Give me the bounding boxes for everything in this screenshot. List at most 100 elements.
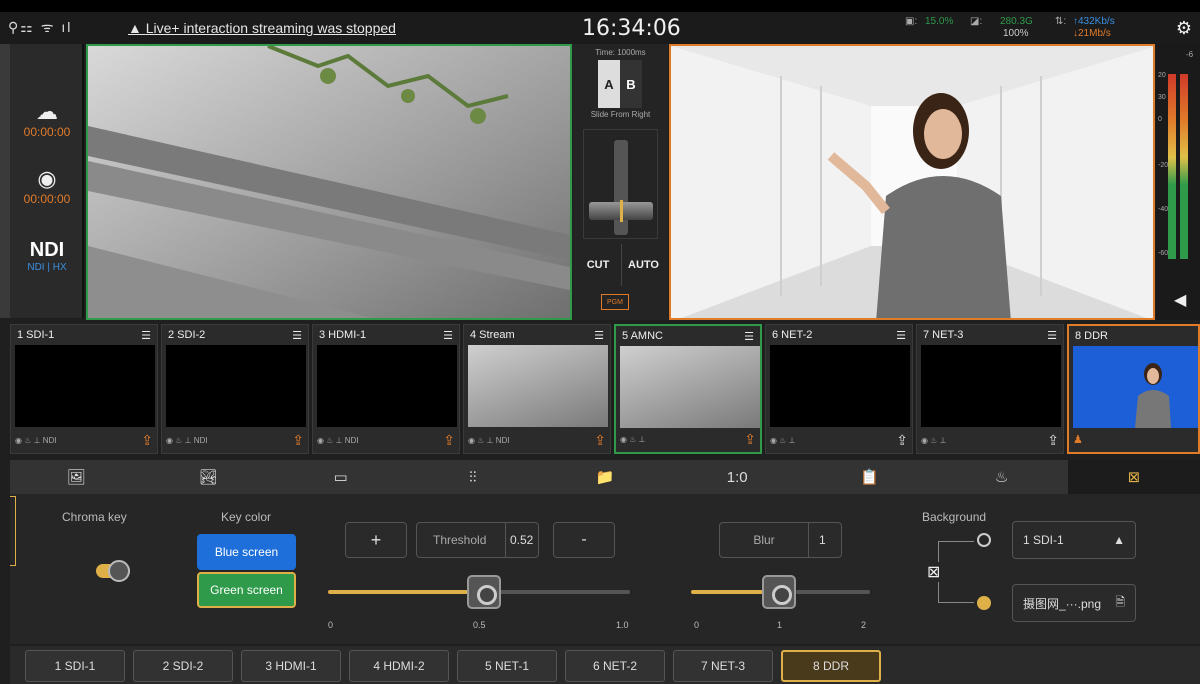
source-tile-1[interactable]: 1 SDI-1 ☰ ◉ ♨ ⊥ NDI ⇪: [10, 324, 158, 454]
chroma-toggle[interactable]: [96, 560, 130, 582]
gear-icon[interactable]: ⚙: [1176, 18, 1192, 39]
menu-icon[interactable]: ☰: [594, 329, 604, 342]
menu-icon[interactable]: ☰: [896, 329, 906, 342]
source-tile-8[interactable]: 8 DDR ♟: [1067, 324, 1200, 454]
preview-monitor[interactable]: [86, 44, 572, 320]
tab-image-icon[interactable]: 🖼: [10, 460, 142, 494]
source-flags: ◉ ♨ ⊥ NDI: [317, 435, 359, 445]
bg-source-button-2[interactable]: 2 SDI-2: [133, 650, 233, 682]
ndi-status[interactable]: NDI NDI | HX: [10, 239, 84, 273]
source-tile-7[interactable]: 7 NET-3 ☰ ◉ ♨ ⊥ ⇪: [916, 324, 1064, 454]
transition-effect-icon[interactable]: A B: [598, 60, 642, 108]
tab-folder-icon[interactable]: 📁: [539, 460, 671, 494]
record-time: 00:00:00: [23, 192, 71, 206]
upload-icon[interactable]: ⇪: [744, 431, 756, 448]
meter-tick: 20: [1158, 72, 1166, 79]
bg-source-select[interactable]: 1 SDI-1 ▲: [1012, 521, 1136, 559]
signal-icons: ⚲⚏ ᯤ ıl: [8, 19, 73, 35]
auto-button[interactable]: AUTO: [621, 244, 665, 286]
tab-ptz-icon[interactable]: ♨: [936, 460, 1068, 494]
bg-source-value: 1 SDI-1: [1023, 533, 1064, 547]
tab-mixer-icon[interactable]: ⫶⫶: [407, 460, 539, 494]
bg-file-radio[interactable]: [977, 596, 991, 610]
tab-notes-icon[interactable]: 📋: [803, 460, 935, 494]
bg-file-name: 摄图网_···.png: [1023, 596, 1102, 611]
source-thumb: [15, 345, 155, 427]
cpu-icon: ▣:: [905, 16, 918, 27]
bg-source-radio[interactable]: [977, 533, 991, 547]
threshold-value: 0.52: [505, 523, 533, 557]
streaming-notice[interactable]: ▲ Live+ interaction streaming was stoppe…: [128, 20, 396, 36]
blur-tick: 0: [694, 620, 700, 630]
threshold-field[interactable]: Threshold 0.52: [416, 522, 539, 558]
bg-source-button-8[interactable]: 8 DDR: [781, 650, 881, 682]
blue-screen-button[interactable]: Blue screen: [197, 534, 296, 570]
threshold-tick: 0.5: [473, 620, 486, 630]
pgm-indicator[interactable]: PGM: [601, 294, 629, 310]
tab-pip-icon[interactable]: ▭: [274, 460, 406, 494]
transition-effect-name: Slide From Right: [590, 110, 651, 119]
source-tile-6[interactable]: 6 NET-2 ☰ ◉ ♨ ⊥ ⇪: [765, 324, 913, 454]
network-icon: ⇅:: [1055, 16, 1067, 27]
source-label: 1 SDI-1: [17, 329, 55, 341]
bg-source-button-3[interactable]: 3 HDMI-1: [241, 650, 341, 682]
program-monitor[interactable]: [669, 44, 1155, 320]
threshold-plus-button[interactable]: +: [345, 522, 407, 558]
source-thumb: [770, 345, 910, 427]
bg-source-button-5[interactable]: 5 NET-1: [457, 650, 557, 682]
tab-chroma-icon[interactable]: ⊠: [1067, 460, 1200, 494]
bg-source-button-4[interactable]: 4 HDMI-2: [349, 650, 449, 682]
bg-file-select[interactable]: 摄图网_···.png 🗎: [1012, 584, 1136, 622]
t-bar[interactable]: [583, 129, 658, 239]
source-thumb: [620, 346, 760, 428]
t-bar-line: [620, 200, 623, 222]
menu-icon[interactable]: ☰: [1047, 329, 1057, 342]
source-tile-3[interactable]: 3 HDMI-1 ☰ ◉ ♨ ⊥ NDI ⇪: [312, 324, 460, 454]
disk-total: 280.3G: [1000, 16, 1033, 27]
upload-icon[interactable]: ⇪: [896, 432, 908, 449]
record-status[interactable]: ◉ 00:00:00: [10, 166, 84, 206]
upload-icon[interactable]: ⇪: [141, 432, 153, 449]
source-button-row: 1 SDI-1 2 SDI-2 3 HDMI-1 4 HDMI-2 5 NET-…: [10, 646, 1200, 684]
source-tile-2[interactable]: 2 SDI-2 ☰ ◉ ♨ ⊥ NDI ⇪: [161, 324, 309, 454]
threshold-tick: 0: [328, 620, 334, 630]
menu-icon[interactable]: ☰: [443, 329, 453, 342]
threshold-minus-button[interactable]: -: [553, 522, 615, 558]
ndi-logo: NDI: [29, 239, 65, 261]
menu-icon[interactable]: ☰: [292, 329, 302, 342]
menu-icon[interactable]: ☰: [141, 329, 151, 342]
meter-tick: 0: [1158, 116, 1162, 123]
bg-source-button-7[interactable]: 7 NET-3: [673, 650, 773, 682]
upload-icon[interactable]: ⇪: [1047, 432, 1059, 449]
blur-slider-handle[interactable]: [762, 575, 796, 609]
blur-field[interactable]: Blur 1: [719, 522, 842, 558]
speaker-icon[interactable]: ◀: [1174, 290, 1186, 310]
upload-icon[interactable]: ⇪: [443, 432, 455, 449]
threshold-slider-handle[interactable]: [467, 575, 501, 609]
source-tile-5[interactable]: 5 AMNC ☰ ◉ ♨ ⊥ ⇪: [614, 324, 762, 454]
tab-picture-icon[interactable]: 🏞: [142, 460, 274, 494]
upload-icon[interactable]: ⇪: [292, 432, 304, 449]
upload-icon[interactable]: ⇪: [594, 432, 606, 449]
ddr-thumb-image: [1135, 363, 1171, 428]
green-screen-button[interactable]: Green screen: [197, 572, 296, 608]
meter-tick: 30: [1158, 94, 1166, 101]
menu-icon[interactable]: ☰: [744, 330, 754, 343]
clock: 16:34:06: [582, 16, 681, 41]
source-flags: ◉ ♨ ⊥: [620, 434, 646, 444]
function-tabs: 🖼 🏞 ▭ ⫶⫶ 📁 1:0 📋 ♨ ⊠: [10, 460, 1200, 494]
file-browse-icon[interactable]: 🗎: [1115, 593, 1125, 614]
stream-status[interactable]: ☁ 00:00:00: [10, 99, 84, 139]
source-tile-4[interactable]: 4 Stream ☰ ◉ ♨ ⊥ NDI ⇪: [463, 324, 611, 454]
source-thumb: [921, 345, 1061, 427]
chroma-key-panel: Chroma key Key color Blue screen Green s…: [10, 494, 1200, 644]
tab-scoreboard-icon[interactable]: 1:0: [671, 460, 803, 494]
toggle-knob: [108, 560, 130, 582]
bg-source-button-1[interactable]: 1 SDI-1: [25, 650, 125, 682]
bg-source-button-6[interactable]: 6 NET-2: [565, 650, 665, 682]
meter-tick-top: -6: [1186, 50, 1194, 59]
cut-button[interactable]: CUT: [577, 244, 619, 286]
upload-rate: ↑432Kb/s: [1073, 16, 1115, 27]
meter-tick: -20: [1158, 162, 1169, 169]
bg-picture-icon: ⊠: [927, 562, 941, 582]
